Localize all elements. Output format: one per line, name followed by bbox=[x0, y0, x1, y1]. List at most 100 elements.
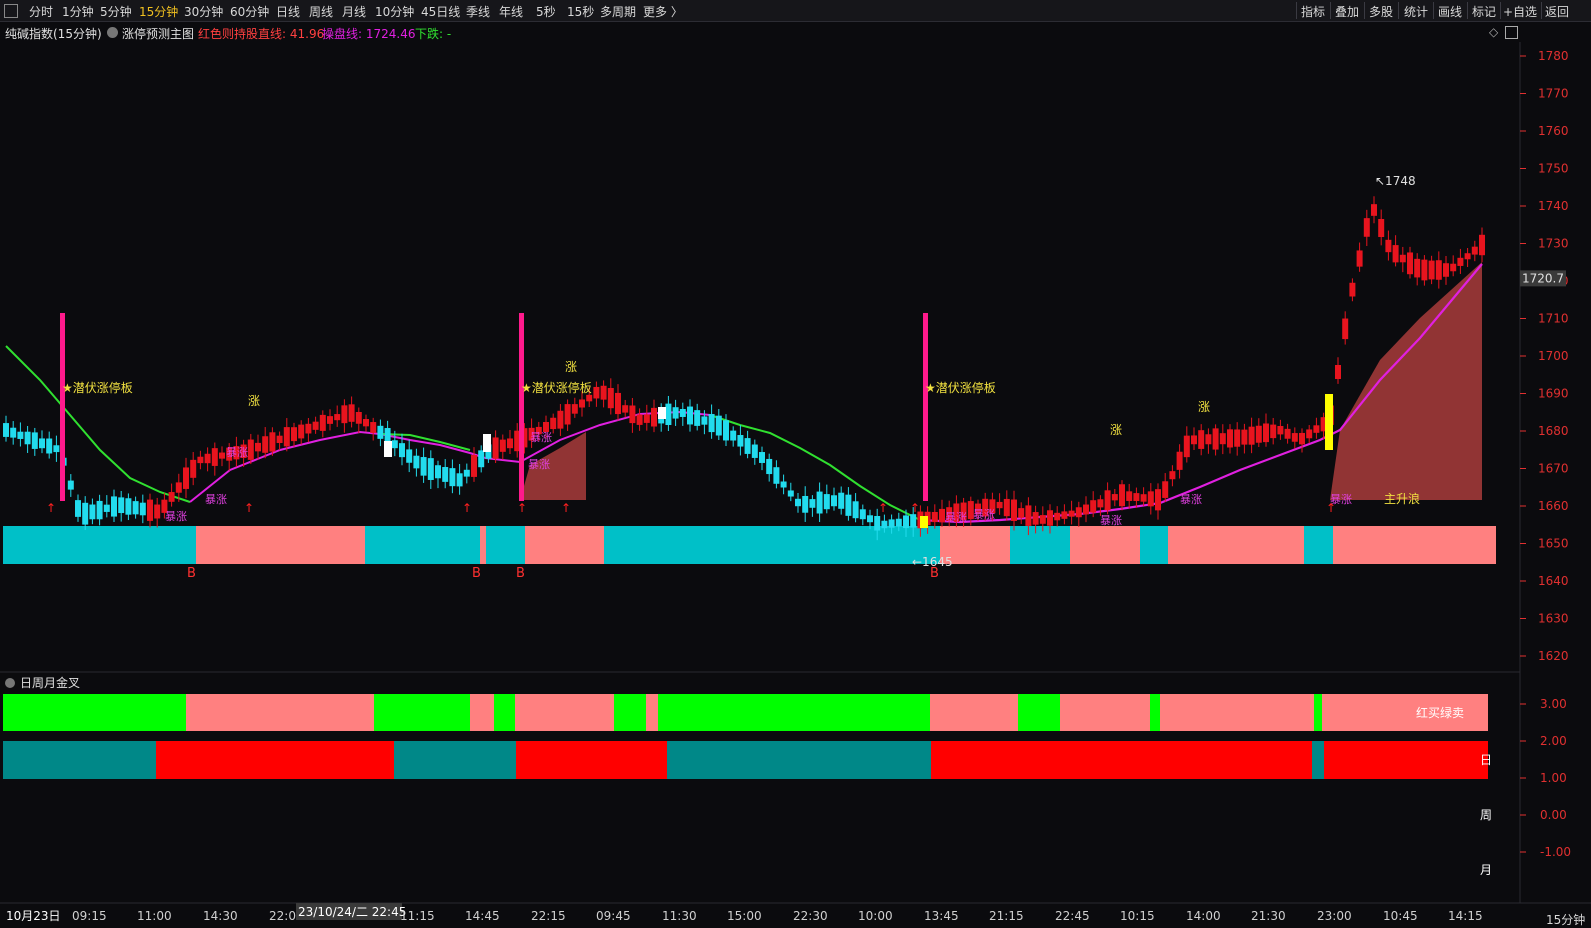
candle-down bbox=[96, 500, 103, 520]
week-cross-segment bbox=[3, 741, 156, 779]
candle-down bbox=[874, 515, 881, 531]
candle-up bbox=[600, 385, 607, 400]
candle-up bbox=[1075, 507, 1082, 518]
candle-up bbox=[1255, 425, 1262, 443]
star-signal-label: ★潜伏涨停板 bbox=[925, 380, 996, 395]
buy-label: B bbox=[187, 566, 196, 581]
candle-up bbox=[168, 492, 175, 502]
candle-down bbox=[867, 515, 873, 523]
candle-down bbox=[125, 498, 132, 515]
candle-down bbox=[859, 509, 866, 520]
time-axis-label: 22:45 bbox=[1055, 909, 1090, 923]
candle-up bbox=[579, 399, 585, 408]
day-cross-segment bbox=[1150, 694, 1160, 731]
candle-down bbox=[413, 455, 420, 469]
up-arrow-icon: ↑ bbox=[1326, 501, 1336, 515]
candle-down bbox=[406, 449, 413, 463]
price-tick-label: 1730 bbox=[1538, 237, 1569, 251]
signal-band-segment bbox=[1168, 526, 1304, 564]
candle-down bbox=[46, 438, 53, 454]
candle-up bbox=[341, 405, 348, 424]
candle-up bbox=[1097, 499, 1104, 508]
candle-up bbox=[1241, 429, 1248, 445]
candlestick-chart[interactable]: ★潜伏涨停板 ★潜伏涨停板 ★潜伏涨停板涨涨涨涨B B B B暴涨暴涨暴涨暴涨暴涨暴涨 暴涨… bbox=[0, 0, 1591, 928]
price-tick-label: 1620 bbox=[1538, 649, 1569, 663]
signal-band-segment bbox=[196, 526, 365, 564]
candle-up bbox=[1025, 505, 1032, 526]
candle-up bbox=[1284, 428, 1291, 439]
candle-up bbox=[1011, 499, 1017, 521]
week-cross-segment bbox=[1324, 741, 1488, 779]
sub-panel-title: 日周月金叉 bbox=[20, 675, 80, 690]
time-axis-label: 22:15 bbox=[531, 909, 566, 923]
price-tick-label: 1750 bbox=[1538, 162, 1569, 176]
candle-up bbox=[1111, 494, 1118, 501]
candle-up bbox=[1147, 491, 1154, 507]
price-tick-label: 1780 bbox=[1538, 49, 1569, 63]
candle-up bbox=[636, 414, 643, 425]
candle-down bbox=[773, 467, 780, 484]
candle-up bbox=[507, 438, 513, 449]
candle-down bbox=[795, 498, 801, 507]
sub-tick-label: 1.00 bbox=[1540, 771, 1567, 785]
candle-up bbox=[1205, 434, 1212, 445]
day-cross-segment bbox=[646, 694, 658, 731]
candle-up bbox=[607, 388, 614, 409]
buy-sell-legend: 红买绿卖 bbox=[1416, 705, 1464, 720]
candle-down bbox=[766, 458, 773, 475]
candle-up bbox=[615, 392, 621, 415]
candle-down bbox=[823, 494, 830, 510]
price-tick-label: 1680 bbox=[1538, 424, 1569, 438]
candle-up bbox=[1471, 246, 1478, 255]
time-axis-label: 22:30 bbox=[793, 909, 828, 923]
moving-average-green bbox=[5, 345, 191, 503]
week-label: 周 bbox=[1480, 808, 1492, 822]
surge-label: 暴涨 bbox=[226, 446, 248, 459]
candle-up bbox=[1342, 318, 1349, 340]
time-axis-label: 10月23日 bbox=[6, 909, 61, 923]
signal-band-segment bbox=[1140, 526, 1168, 564]
candle-up bbox=[1299, 432, 1305, 445]
candle-up bbox=[276, 435, 283, 443]
candle-up bbox=[1277, 426, 1284, 435]
candle-down bbox=[831, 495, 837, 507]
price-tick-label: 1700 bbox=[1538, 349, 1569, 363]
day-cross-segment bbox=[1018, 694, 1060, 731]
candle-up bbox=[564, 404, 571, 425]
candle-up bbox=[1047, 510, 1053, 526]
potential-limit-up-bar bbox=[60, 313, 65, 501]
price-tick-label: 1640 bbox=[1538, 574, 1569, 588]
low-price-label: ←1645 bbox=[912, 555, 953, 569]
candle-up bbox=[147, 499, 153, 521]
time-axis-label: 09:45 bbox=[596, 909, 631, 923]
candle-down bbox=[723, 420, 729, 441]
candle-up bbox=[1428, 260, 1435, 280]
day-cross-segment bbox=[3, 694, 186, 731]
candle-up bbox=[1270, 424, 1277, 439]
candle-up bbox=[1435, 260, 1442, 280]
candle-down bbox=[787, 490, 794, 497]
candle-down bbox=[715, 415, 722, 436]
cursor-time-label: 23/10/24/二 22:45 bbox=[298, 905, 406, 919]
week-cross-segment bbox=[1312, 741, 1324, 779]
candle-down bbox=[53, 445, 60, 453]
candle-down bbox=[17, 431, 24, 439]
buy-label: B bbox=[516, 566, 525, 581]
surge-label: 暴涨 bbox=[973, 508, 995, 521]
surge-label: 暴涨 bbox=[945, 511, 967, 524]
day-label: 日 bbox=[1480, 753, 1492, 767]
candle-up bbox=[492, 437, 499, 459]
candle-up bbox=[651, 407, 657, 427]
candle-up bbox=[1414, 258, 1421, 278]
candle-up bbox=[1212, 428, 1219, 450]
candle-down bbox=[759, 452, 765, 463]
price-tick-label: 1650 bbox=[1538, 537, 1569, 551]
candle-up bbox=[1248, 426, 1255, 445]
candle-up bbox=[1464, 253, 1471, 260]
week-cross-segment bbox=[931, 741, 1312, 779]
candle-doji-white bbox=[384, 441, 392, 457]
candle-down bbox=[82, 502, 89, 525]
price-tick-label: 1690 bbox=[1538, 387, 1569, 401]
candle-up bbox=[1306, 429, 1313, 439]
time-axis-label: 09:15 bbox=[72, 909, 107, 923]
